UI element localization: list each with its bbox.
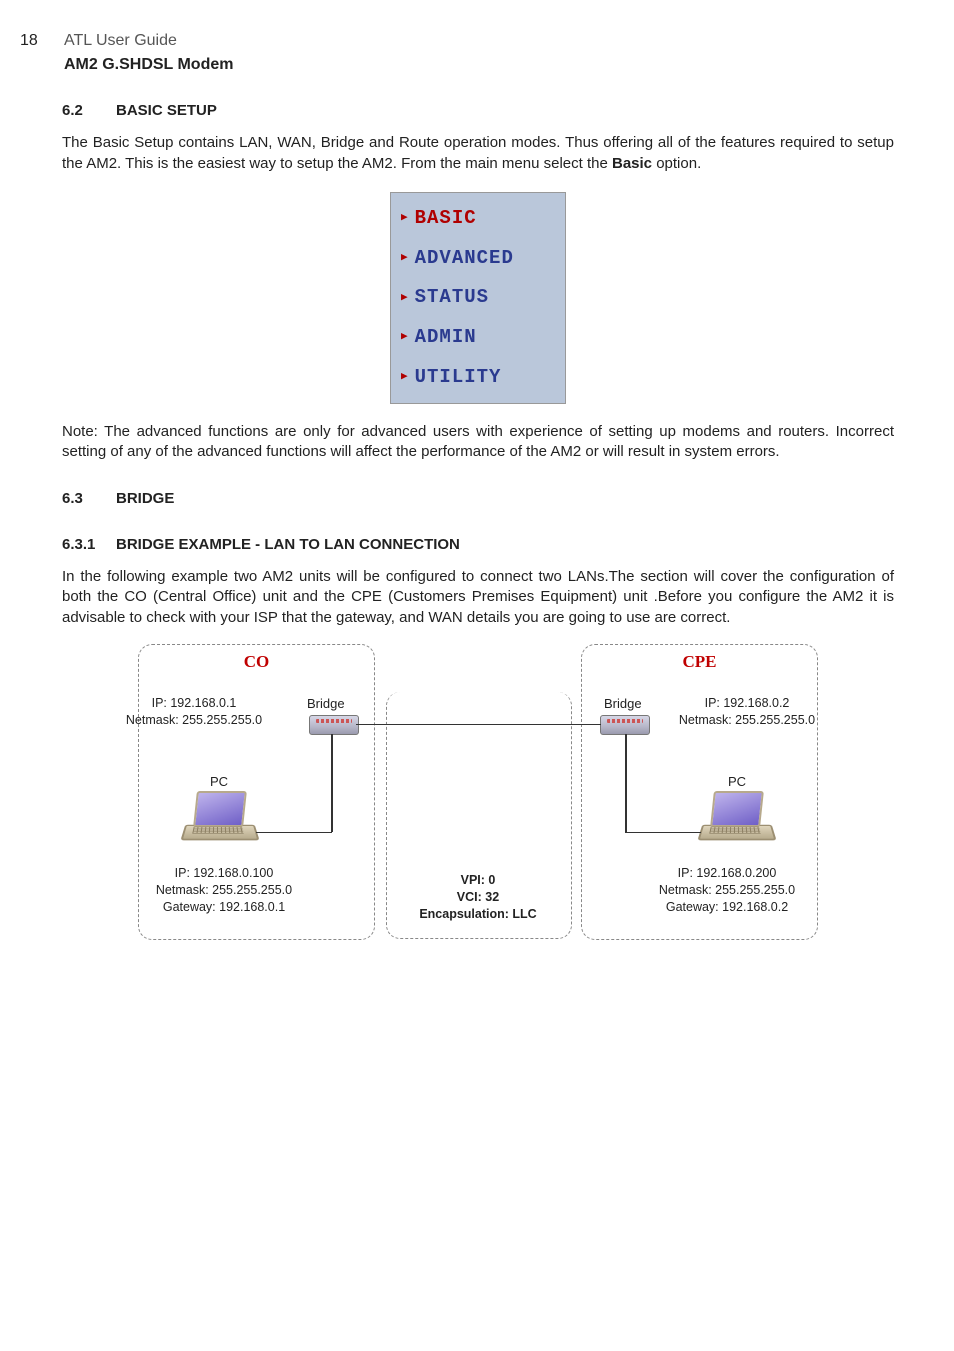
menu-label: ADVANCED	[415, 246, 514, 272]
co-box: CO IP: 192.168.0.1 Netmask: 255.255.255.…	[138, 644, 375, 940]
menu-label: BASIC	[415, 206, 477, 232]
menu-item-admin[interactable]: ▶ ADMIN	[391, 318, 565, 358]
triangle-icon: ▶	[401, 211, 409, 226]
heading-6-2: 6.2BASIC SETUP	[62, 101, 894, 121]
co-title: CO	[139, 651, 374, 674]
doc-subtitle: AM2 G.SHDSL Modem	[64, 54, 234, 76]
pc-label-co: PC	[139, 773, 299, 791]
section-number: 6.3.1	[62, 535, 116, 555]
menu-label: UTILITY	[415, 365, 502, 391]
menu-item-status[interactable]: ▶ STATUS	[391, 278, 565, 318]
bridge-label-cpe: Bridge	[604, 695, 642, 713]
page-header: 18 ATL User Guide AM2 G.SHDSL Modem	[20, 30, 894, 75]
cpe-modem-ip-block: IP: 192.168.0.2 Netmask: 255.255.255.0	[662, 695, 832, 729]
para-bridge-example: In the following example two AM2 units w…	[62, 567, 894, 628]
menu-item-advanced[interactable]: ▶ ADVANCED	[391, 239, 565, 279]
menu-label: ADMIN	[415, 325, 477, 351]
laptop-icon	[700, 791, 772, 843]
menu-item-utility[interactable]: ▶ UTILITY	[391, 358, 565, 398]
section-number: 6.3	[62, 489, 116, 509]
modem-icon	[309, 715, 359, 735]
co-modem-ip-block: IP: 192.168.0.1 Netmask: 255.255.255.0	[109, 695, 279, 729]
link-params: VPI: 0 VCI: 32 Encapsulation: LLC	[386, 872, 570, 923]
wan-link-line	[356, 724, 601, 726]
triangle-icon: ▶	[401, 330, 409, 345]
bridge-diagram: CO IP: 192.168.0.1 Netmask: 255.255.255.…	[138, 644, 818, 944]
triangle-icon: ▶	[401, 370, 409, 385]
menu-label: STATUS	[415, 285, 489, 311]
cpe-pc-ip-block: IP: 192.168.0.200 Netmask: 255.255.255.0…	[632, 865, 822, 916]
heading-6-3-1: 6.3.1BRIDGE EXAMPLE - LAN TO LAN CONNECT…	[62, 535, 894, 555]
bridge-label-co: Bridge	[307, 695, 345, 713]
main-menu-screenshot: ▶ BASIC ▶ ADVANCED ▶ STATUS ▶ ADMIN ▶ UT…	[390, 192, 566, 404]
heading-6-3: 6.3BRIDGE	[62, 489, 894, 509]
menu-item-basic[interactable]: ▶ BASIC	[391, 199, 565, 239]
section-title: BRIDGE	[116, 490, 174, 507]
doc-title: ATL User Guide	[64, 30, 234, 52]
triangle-icon: ▶	[401, 251, 409, 266]
cpe-title: CPE	[582, 651, 817, 674]
triangle-icon: ▶	[401, 291, 409, 306]
modem-icon	[600, 715, 650, 735]
laptop-icon	[183, 791, 255, 843]
section-number: 6.2	[62, 101, 116, 121]
page-number: 18	[20, 30, 38, 52]
section-title: BRIDGE EXAMPLE - LAN TO LAN CONNECTION	[116, 536, 460, 553]
cpe-box: CPE Bridge IP: 192.168.0.2 Netmask: 255.…	[581, 644, 818, 940]
co-pc-ip-block: IP: 192.168.0.100 Netmask: 255.255.255.0…	[129, 865, 319, 916]
para-note-advanced: Note: The advanced functions are only fo…	[62, 422, 894, 463]
para-basic-setup: The Basic Setup contains LAN, WAN, Bridg…	[62, 133, 894, 174]
pc-label-cpe: PC	[657, 773, 817, 791]
section-title: BASIC SETUP	[116, 102, 217, 119]
